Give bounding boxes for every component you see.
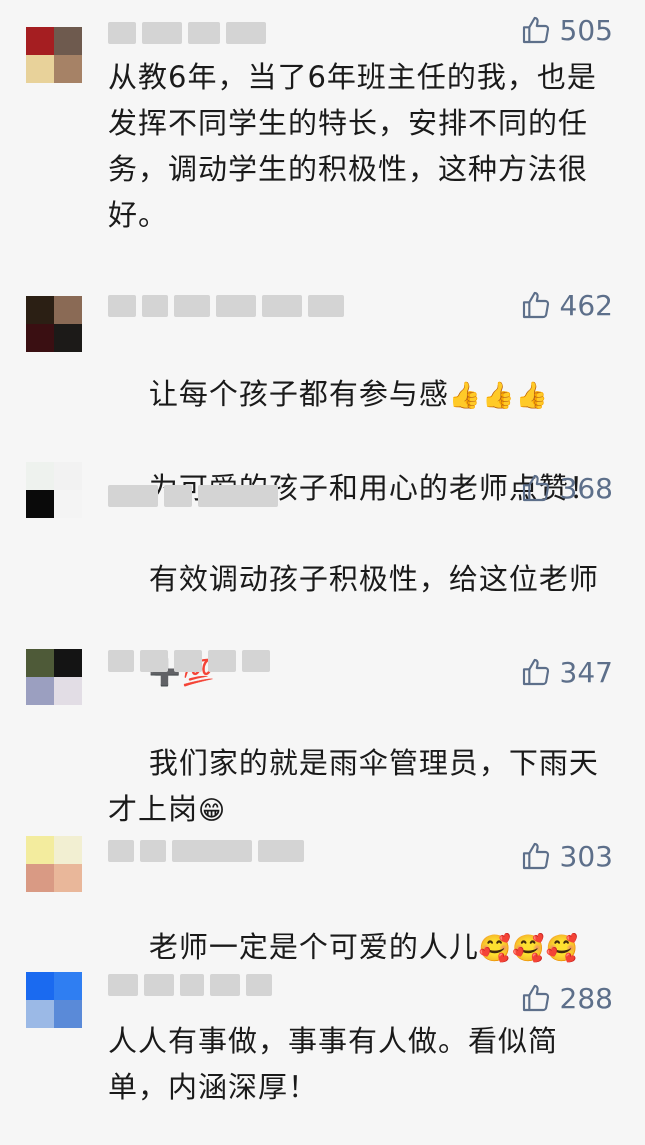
avatar-cell [26, 296, 54, 324]
username-redacted[interactable] [108, 650, 270, 672]
like-button[interactable]: 303 [520, 838, 613, 874]
avatar-cell [26, 836, 54, 864]
avatar-cell [54, 972, 82, 1000]
avatar[interactable] [26, 462, 82, 518]
avatar-cell [26, 649, 54, 677]
avatar[interactable] [26, 836, 82, 892]
comment-text: 人人有事做，事事有人做。看似简单，内涵深厚！ [108, 1024, 559, 1104]
avatar-cell [54, 462, 82, 490]
avatar-cell [54, 324, 82, 352]
like-button[interactable]: 288 [520, 980, 613, 1016]
thumbs-up-emoji: 👍👍👍 [448, 381, 550, 411]
comment-item: 347 我们家的就是雨伞管理员，下雨天才上岗😁 [0, 649, 645, 826]
comment-item: 462 让每个孩子都有参与感👍👍👍 为可爱的孩子和用心的老师点赞！ [0, 287, 645, 505]
thumbs-up-icon [522, 984, 549, 1012]
smiling-hearts-emoji: 🥰🥰🥰 [478, 934, 580, 964]
username-redacted[interactable] [108, 22, 266, 44]
avatar-cell [26, 462, 54, 490]
like-button[interactable]: 368 [520, 470, 613, 506]
avatar-cell [54, 836, 82, 864]
avatar-cell [54, 677, 82, 705]
avatar-cell [26, 677, 54, 705]
username-redacted[interactable] [108, 485, 278, 507]
comment-item: 288 人人有事做，事事有人做。看似简单，内涵深厚！ [0, 972, 645, 1138]
avatar-cell [54, 1000, 82, 1028]
comment-text-line: 我们家的就是雨伞管理员，下雨天才上岗 [108, 746, 599, 826]
comment-text-line: 有效调动孩子积极性，给这位老师 [148, 562, 599, 596]
comment-text-line: 老师一定是个可爱的人儿 [148, 930, 479, 964]
avatar-cell [26, 27, 54, 55]
comment-text: 从教6年，当了6年班主任的我，也是发挥不同学生的特长，安排不同的任务，调动学生的… [108, 60, 597, 232]
avatar-cell [54, 490, 82, 518]
username-redacted[interactable] [108, 974, 272, 996]
avatar[interactable] [26, 972, 82, 1028]
avatar[interactable] [26, 27, 82, 83]
thumbs-up-icon [522, 16, 549, 44]
avatar-cell [26, 324, 54, 352]
avatar-cell [26, 490, 54, 518]
like-count: 303 [559, 839, 613, 873]
like-button[interactable]: 462 [520, 287, 613, 323]
comment-item: 303 老师一定是个可爱的人儿🥰🥰🥰 [0, 836, 645, 964]
like-button[interactable]: 347 [520, 654, 613, 690]
like-count: 347 [559, 655, 613, 689]
thumbs-up-icon [522, 291, 549, 319]
avatar-cell [54, 296, 82, 324]
avatar-cell [54, 649, 82, 677]
avatar-cell [54, 55, 82, 83]
avatar-cell [54, 864, 82, 892]
username-redacted[interactable] [108, 840, 304, 862]
avatar-cell [26, 55, 54, 83]
like-count: 368 [559, 471, 613, 505]
like-count: 462 [559, 288, 613, 322]
comment-item: 368 有效调动孩子积极性，给这位老师 ➕💯 [0, 462, 645, 688]
like-count: 288 [559, 981, 613, 1015]
grinning-emoji: 😁 [198, 796, 227, 826]
thumbs-up-icon [522, 474, 549, 502]
avatar-cell [26, 864, 54, 892]
avatar-cell [26, 972, 54, 1000]
avatar[interactable] [26, 649, 82, 705]
avatar-cell [54, 27, 82, 55]
username-redacted[interactable] [108, 295, 344, 317]
avatar-cell [26, 1000, 54, 1028]
like-button[interactable]: 505 [520, 12, 613, 48]
comment-item: 505 从教6年，当了6年班主任的我，也是发挥不同学生的特长，安排不同的任务，调… [0, 12, 645, 262]
like-count: 505 [559, 13, 613, 47]
avatar[interactable] [26, 296, 82, 352]
thumbs-up-icon [522, 842, 549, 870]
thumbs-up-icon [522, 658, 549, 686]
comment-text-line: 让每个孩子都有参与感 [148, 377, 449, 411]
